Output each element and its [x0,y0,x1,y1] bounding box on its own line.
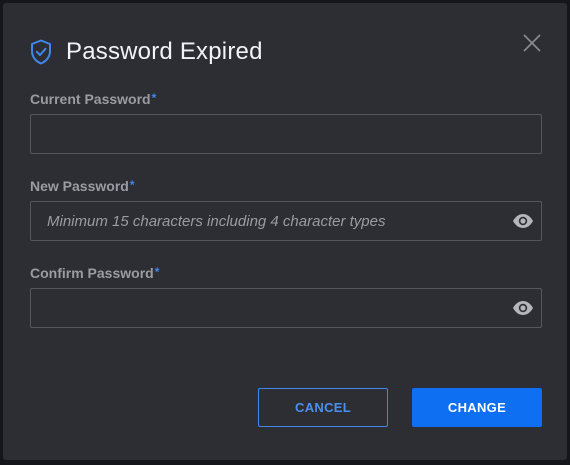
new-password-label: New Password* [30,178,135,194]
password-expired-dialog: Password Expired Current Password* New P… [3,3,567,460]
confirm-password-label-text: Confirm Password [30,265,154,281]
required-marker: * [151,91,157,105]
current-password-label: Current Password* [30,91,156,107]
required-marker: * [154,265,160,279]
new-password-label-text: New Password [30,178,129,194]
close-icon[interactable] [521,32,543,54]
eye-icon[interactable] [512,300,534,316]
current-password-label-text: Current Password [30,91,151,107]
confirm-password-input[interactable] [31,289,541,327]
change-button[interactable]: CHANGE [412,388,542,427]
current-password-input[interactable] [31,115,541,153]
dialog-header: Password Expired [30,36,263,68]
current-password-field [30,114,542,154]
confirm-password-label: Confirm Password* [30,265,159,281]
cancel-button[interactable]: CANCEL [258,388,388,427]
dialog-title: Password Expired [66,38,263,65]
required-marker: * [129,178,135,192]
new-password-input[interactable] [31,202,541,240]
shield-check-icon [31,39,51,65]
new-password-field [30,201,542,241]
eye-icon[interactable] [512,213,534,229]
confirm-password-field [30,288,542,328]
